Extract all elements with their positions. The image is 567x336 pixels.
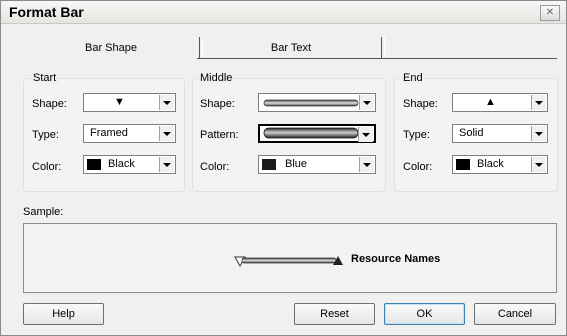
thin-bar-shape-icon (263, 99, 359, 107)
sample-preview: Resource Names (23, 223, 557, 293)
tab-bar-text[interactable]: Bar Text (201, 37, 381, 59)
close-icon: ✕ (545, 7, 555, 18)
chevron-down-icon[interactable] (159, 95, 174, 110)
end-group-title: End (401, 72, 425, 84)
start-type-label: Type: (32, 129, 59, 141)
middle-pattern-label: Pattern: (200, 129, 239, 141)
tab-label: Bar Text (270, 42, 312, 54)
sample-bar-icon (234, 256, 343, 268)
help-button-label: Help (52, 308, 75, 320)
chevron-down-icon[interactable] (531, 126, 546, 141)
middle-color-label: Color: (200, 161, 230, 173)
color-swatch-icon (262, 159, 276, 170)
tab-label: Bar Shape (85, 42, 137, 54)
middle-color-select[interactable]: Blue (258, 155, 376, 174)
end-color-label: Color: (403, 161, 433, 173)
end-color-select[interactable]: Black (452, 155, 548, 174)
window-title: Format Bar (9, 4, 84, 20)
pattern-bar-icon (263, 127, 359, 139)
middle-group-title: Middle (198, 72, 235, 84)
tab-baseline (197, 58, 557, 59)
color-swatch-icon (456, 159, 470, 170)
chevron-down-icon[interactable] (358, 127, 373, 142)
help-button[interactable]: Help (23, 303, 104, 325)
middle-shape-select[interactable] (258, 93, 376, 112)
end-shape-value: ▲ (485, 96, 496, 108)
chevron-down-icon[interactable] (159, 157, 174, 172)
chevron-down-icon[interactable] (531, 157, 546, 172)
cancel-button[interactable]: Cancel (474, 303, 556, 325)
reset-button-label: Reset (320, 308, 349, 320)
middle-pattern-select[interactable] (258, 124, 376, 143)
middle-shape-label: Shape: (200, 98, 235, 110)
ok-button-label: OK (416, 308, 433, 320)
middle-color-value: Blue (285, 158, 308, 170)
chevron-down-icon[interactable] (359, 95, 374, 110)
start-color-label: Color: (32, 161, 62, 173)
reset-button[interactable]: Reset (294, 303, 375, 325)
end-type-select[interactable]: Solid (452, 124, 548, 143)
sample-text: Resource Names (351, 253, 441, 265)
chevron-down-icon[interactable] (159, 126, 174, 141)
end-color-value: Black (477, 158, 504, 170)
start-shape-label: Shape: (32, 98, 67, 110)
start-color-select[interactable]: Black (83, 155, 176, 174)
tab-divider (381, 37, 385, 59)
sample-label: Sample: (23, 206, 64, 218)
start-type-value: Framed (90, 127, 128, 139)
close-button[interactable]: ✕ (540, 5, 560, 21)
start-shape-value: ▼ (114, 96, 125, 108)
title-bar: Format Bar ✕ (1, 1, 566, 24)
end-type-value: Solid (459, 127, 484, 139)
start-shape-select[interactable]: ▼ (83, 93, 176, 112)
color-swatch-icon (87, 159, 101, 170)
format-bar-dialog: Format Bar ✕ Bar Shape Bar Text Start Sh… (0, 0, 567, 336)
cancel-button-label: Cancel (497, 308, 533, 320)
ok-button[interactable]: OK (384, 303, 465, 325)
chevron-down-icon[interactable] (359, 157, 374, 172)
start-color-value: Black (108, 158, 135, 170)
end-type-label: Type: (403, 129, 430, 141)
end-shape-label: Shape: (403, 98, 438, 110)
start-type-select[interactable]: Framed (83, 124, 176, 143)
chevron-down-icon[interactable] (531, 95, 546, 110)
start-group-title: Start (31, 72, 59, 84)
tab-bar-shape[interactable]: Bar Shape (23, 37, 199, 59)
end-shape-select[interactable]: ▲ (452, 93, 548, 112)
